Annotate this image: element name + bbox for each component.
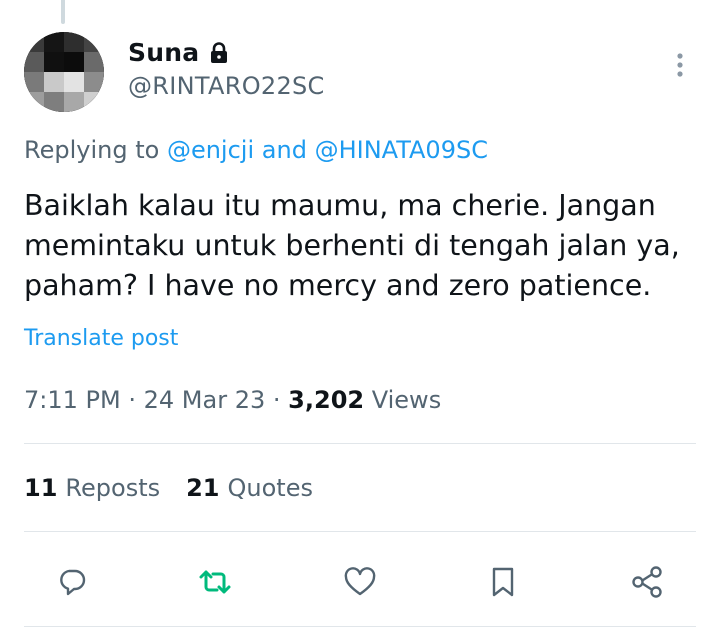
like-button[interactable] bbox=[338, 560, 382, 604]
meta-separator: · bbox=[128, 386, 136, 414]
post-date[interactable]: 24 Mar 23 bbox=[144, 386, 266, 414]
replying-to: Replying to @enjcji and @HINATA09SC bbox=[24, 136, 488, 164]
bookmark-icon bbox=[492, 567, 514, 597]
bookmark-button[interactable] bbox=[481, 560, 525, 604]
more-vertical-icon[interactable] bbox=[670, 50, 690, 80]
reposts-stat[interactable]: 11 Reposts bbox=[24, 474, 160, 502]
heart-icon bbox=[344, 567, 376, 596]
post-text: Baiklah kalau itu maumu, ma cherie. Jang… bbox=[24, 189, 680, 302]
quotes-label: Quotes bbox=[227, 474, 313, 502]
thread-connector-line bbox=[61, 0, 65, 24]
reply-mention-2[interactable]: @HINATA09SC bbox=[315, 136, 488, 164]
views-label: Views bbox=[371, 386, 442, 414]
action-bar bbox=[0, 560, 720, 604]
reply-button[interactable] bbox=[50, 560, 94, 604]
repost-icon bbox=[199, 570, 231, 594]
views-count: 3,202 bbox=[288, 386, 365, 414]
quotes-count: 21 bbox=[186, 474, 220, 502]
reposts-count: 11 bbox=[24, 474, 58, 502]
post-time[interactable]: 7:11 PM bbox=[24, 386, 121, 414]
post-meta: 7:11 PM · 24 Mar 23 · 3,202 Views bbox=[24, 386, 441, 414]
reposts-label: Reposts bbox=[65, 474, 161, 502]
reply-mention-1[interactable]: @enjcji bbox=[167, 136, 254, 164]
reply-prefix: Replying to bbox=[24, 136, 160, 164]
meta-separator: · bbox=[272, 386, 281, 414]
repost-button[interactable] bbox=[193, 560, 237, 604]
translate-post-link[interactable]: Translate post bbox=[24, 326, 178, 351]
reply-and[interactable]: and bbox=[262, 136, 307, 164]
author-name-row: Suna bbox=[128, 38, 229, 67]
share-icon bbox=[632, 566, 662, 598]
display-name[interactable]: Suna bbox=[128, 38, 199, 67]
quotes-stat[interactable]: 21 Quotes bbox=[186, 474, 313, 502]
user-handle[interactable]: @RINTARO22SC bbox=[128, 72, 325, 100]
divider bbox=[24, 443, 696, 444]
share-button[interactable] bbox=[625, 560, 669, 604]
engagement-stats: 11 Reposts 21 Quotes bbox=[24, 474, 313, 502]
reply-icon bbox=[60, 569, 86, 596]
avatar-image bbox=[24, 32, 104, 112]
avatar[interactable] bbox=[24, 32, 104, 112]
divider bbox=[24, 531, 696, 532]
divider bbox=[24, 626, 696, 627]
lock-icon bbox=[209, 41, 229, 64]
